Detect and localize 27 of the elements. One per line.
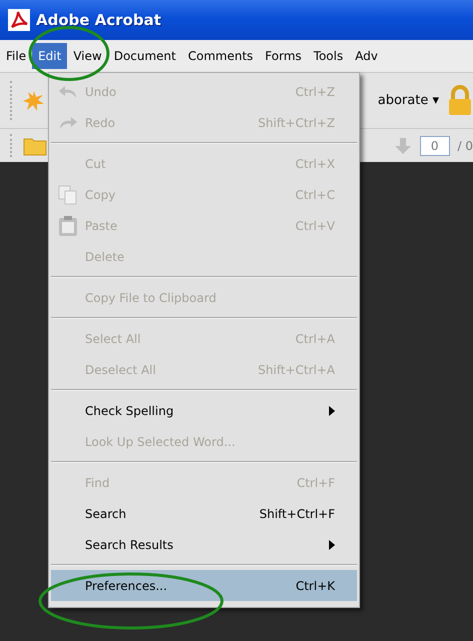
copy-pages-icon xyxy=(58,184,78,204)
redo-arrow-icon xyxy=(58,114,78,130)
undo-arrow-icon xyxy=(58,84,78,100)
menu-title[interactable]: Adv xyxy=(349,43,384,69)
collaborate-button[interactable]: aborate ▾ xyxy=(378,93,439,108)
page-number-field[interactable]: 0 xyxy=(420,136,450,156)
pdf-logo-icon xyxy=(8,9,30,31)
submenu-arrow-icon xyxy=(329,540,335,550)
clipboard-icon xyxy=(58,214,78,236)
menu-title[interactable]: View xyxy=(67,43,108,69)
down-arrow-icon[interactable] xyxy=(394,136,412,154)
page-total: / 0 xyxy=(458,138,473,152)
menu-title[interactable]: Edit xyxy=(32,43,68,69)
lock-icon[interactable] xyxy=(447,84,473,116)
window-title: Adobe Acrobat xyxy=(36,11,162,29)
menu-title[interactable]: Forms xyxy=(259,43,308,69)
menu-title[interactable]: Comments xyxy=(182,43,260,69)
menu-title[interactable]: Tools xyxy=(308,43,350,69)
starburst-icon[interactable] xyxy=(23,90,45,112)
menu-item[interactable]: Search Shift+Ctrl+F xyxy=(51,498,357,529)
folder-icon[interactable] xyxy=(23,136,47,156)
menu-item[interactable]: Check Spelling xyxy=(51,395,357,426)
menu-item[interactable]: Search Results xyxy=(51,529,357,560)
menu-item[interactable]: Preferences... Ctrl+K xyxy=(51,570,357,601)
menu-title[interactable]: Document xyxy=(108,43,182,69)
submenu-arrow-icon xyxy=(329,406,335,416)
menu-title[interactable]: File xyxy=(0,43,32,69)
